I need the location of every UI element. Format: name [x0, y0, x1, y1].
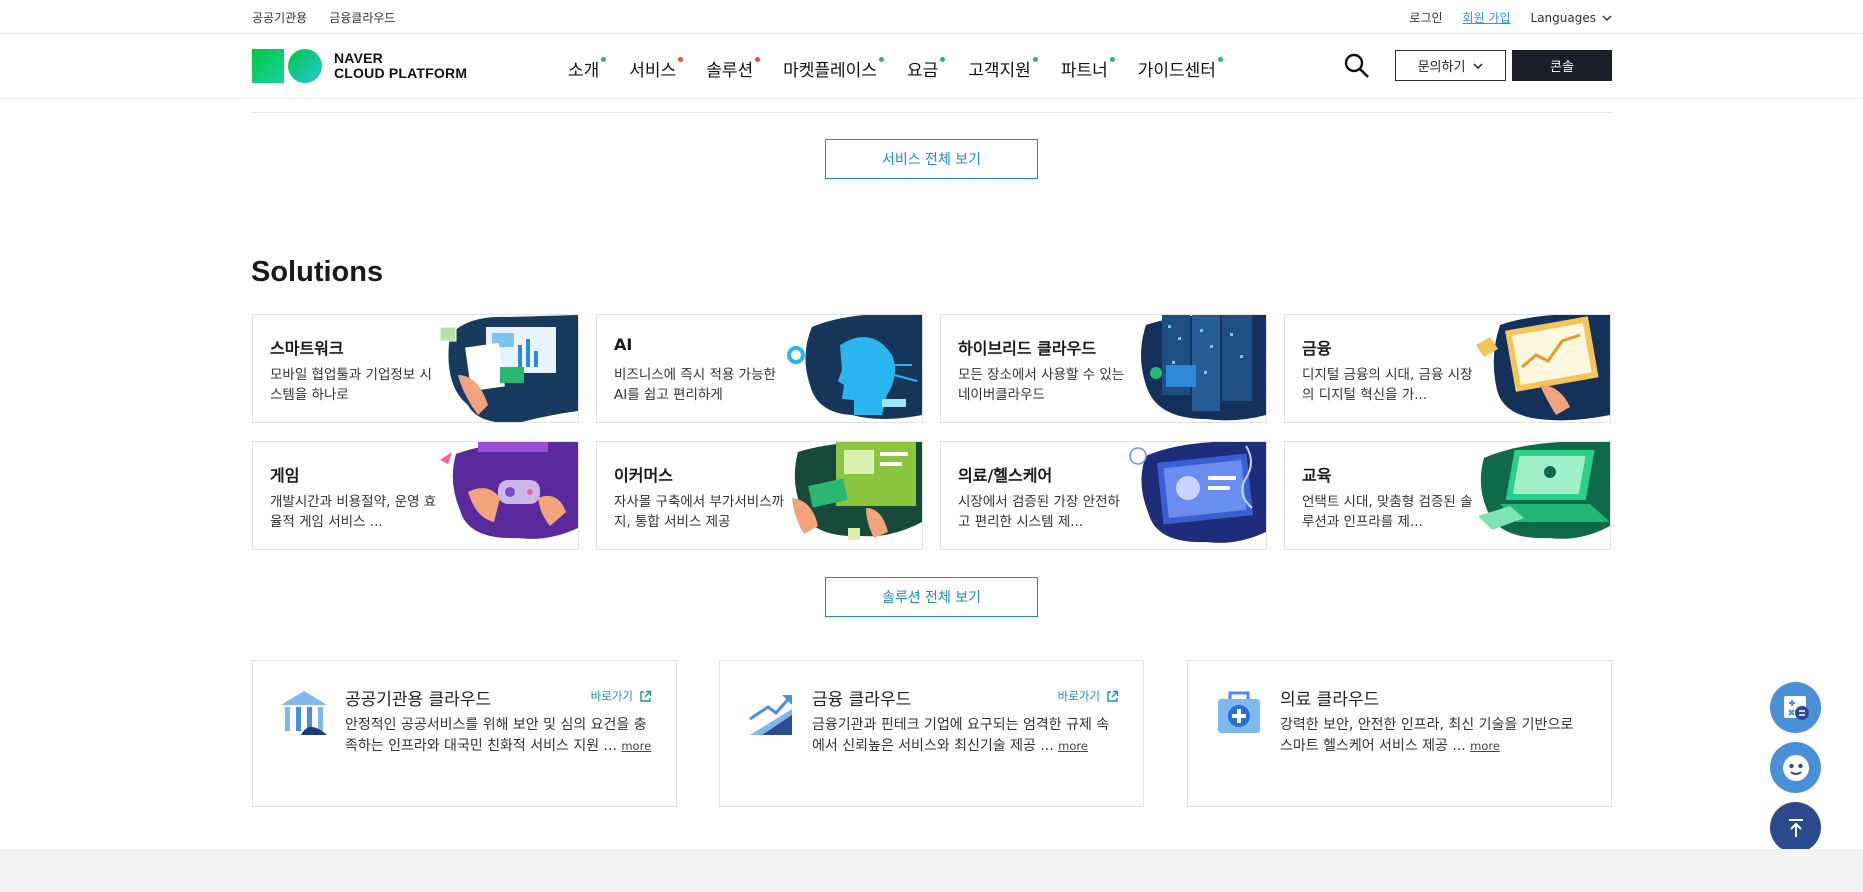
logo-text: NAVER CLOUD PLATFORM [334, 50, 468, 81]
logo-mark [252, 49, 322, 83]
nav-item-support[interactable]: 고객지원 [968, 56, 1038, 81]
solution-card-smartwork[interactable]: 스마트워크 모바일 협업툴과 기업정보 시스템을 하나로 [252, 314, 579, 423]
console-button[interactable]: 콘솔 [1512, 50, 1612, 81]
card-title: AI [614, 335, 633, 354]
external-link-icon [1107, 690, 1119, 702]
main-header: NAVER CLOUD PLATFORM 소개 서비스 솔루션 마켓플레이스 요… [0, 34, 1863, 97]
view-all-services-button[interactable]: 서비스 전체 보기 [825, 139, 1038, 179]
ai-illustration [787, 315, 922, 419]
main-nav: 소개 서비스 솔루션 마켓플레이스 요금 고객지원 파트너 가이드센터 [568, 56, 1223, 81]
nav-item-guide-center[interactable]: 가이드센터 [1138, 56, 1223, 81]
solution-card-education[interactable]: 교육 언택트 시대, 맞춤형 검증된 솔루션과 인프라를 제... [1284, 441, 1611, 550]
education-illustration [1478, 442, 1610, 539]
external-link-icon [640, 690, 652, 702]
box-title: 의료 클라우드 [1280, 690, 1380, 710]
more-link[interactable]: more [621, 739, 651, 753]
section-divider [252, 112, 1612, 113]
nav-item-marketplace[interactable]: 마켓플레이스 [783, 56, 884, 81]
growth-chart-icon [749, 695, 792, 735]
calculator-icon [1783, 695, 1809, 720]
healthcare-illustration [1129, 442, 1266, 543]
inquiry-label: 문의하기 [1417, 60, 1466, 75]
card-title: 스마트워크 [270, 339, 344, 358]
card-desc: 개발시간과 비용절약, 운영 효율적 게임 서비스 ... [270, 494, 437, 530]
box-title: 공공기관용 클라우드 [345, 690, 492, 710]
card-title: 교육 [1302, 466, 1332, 485]
shortcut-label: 바로가기 [590, 689, 633, 703]
footer-band [0, 849, 1863, 892]
new-dot [1217, 57, 1223, 62]
arrow-up-icon [1788, 818, 1803, 837]
calculator-button[interactable] [1770, 682, 1821, 733]
finance-illustration [1476, 315, 1610, 421]
smartwork-illustration [439, 315, 578, 422]
card-desc: 디지털 금융의 시대, 금융 시장의 디지털 혁신을 가... [1302, 367, 1473, 403]
card-desc: 시장에서 검증된 가장 안전하고 편리한 시스템 제... [958, 494, 1120, 530]
medical-cloud-box: 의료 클라우드 강력한 보안, 안전한 인프라, 최신 기술을 기반으로 스마트… [1187, 660, 1612, 807]
public-cloud-box: 공공기관용 클라우드 바로가기 안정적인 공공서비스를 위해 보안 및 심의 요… [252, 660, 677, 807]
card-desc: 모든 장소에서 사용할 수 있는 네이버클라우드 [958, 367, 1125, 403]
card-title: 하이브리드 클라우드 [958, 339, 1097, 358]
languages-label: Languages [1530, 10, 1596, 25]
signup-link[interactable]: 회원 가입 [1463, 9, 1511, 26]
login-link[interactable]: 로그인 [1409, 9, 1442, 26]
scroll-to-top-button[interactable] [1770, 802, 1821, 853]
shortcut-link[interactable]: 바로가기 [1058, 688, 1119, 704]
box-desc: 금융기관과 핀테크 기업에 요구되는 엄격한 규제 속에서 신뢰높은 서비스와 … [812, 717, 1110, 754]
solution-card-hybrid-cloud[interactable]: 하이브리드 클라우드 모든 장소에서 사용할 수 있는 네이버클라우드 [940, 314, 1267, 423]
solution-card-ai[interactable]: AI 비즈니스에 즉시 적용 가능한 AI를 쉽고 편리하게 [596, 314, 923, 423]
new-dot [1032, 57, 1038, 62]
game-illustration [440, 442, 578, 539]
solution-card-game[interactable]: 게임 개발시간과 비용절약, 운영 효율적 게임 서비스 ... [252, 441, 579, 550]
search-icon[interactable] [1343, 52, 1371, 80]
chevron-down-icon [1473, 62, 1483, 69]
card-desc: 비즈니스에 즉시 적용 가능한 AI를 쉽고 편리하게 [614, 367, 776, 403]
medical-kit-icon [1218, 691, 1260, 733]
card-desc: 모바일 협업툴과 기업정보 시스템을 하나로 [270, 367, 432, 403]
card-title: 의료/헬스케어 [958, 466, 1053, 485]
card-title: 이커머스 [614, 466, 673, 485]
new-dot [755, 57, 761, 62]
new-dot [601, 57, 607, 62]
shortcut-label: 바로가기 [1057, 689, 1100, 703]
new-dot [678, 57, 684, 62]
solution-card-healthcare[interactable]: 의료/헬스케어 시장에서 검증된 가장 안전하고 편리한 시스템 제... [940, 441, 1267, 550]
solutions-title: Solutions [251, 256, 384, 288]
chatbot-face-icon [1782, 754, 1809, 781]
card-title: 금융 [1302, 339, 1332, 358]
nav-item-services[interactable]: 서비스 [629, 56, 684, 81]
chevron-down-icon [1602, 14, 1612, 21]
shortcut-link[interactable]: 바로가기 [591, 688, 652, 704]
nav-item-solutions[interactable]: 솔루션 [706, 56, 761, 81]
chatbot-button[interactable] [1770, 742, 1821, 793]
card-desc: 언택트 시대, 맞춤형 검증된 솔루션과 인프라를 제... [1302, 494, 1473, 530]
solution-card-ecommerce[interactable]: 이커머스 자사몰 구축에서 부가서비스까지, 통합 서비스 제공 [596, 441, 923, 550]
card-title: 게임 [270, 466, 300, 485]
languages-dropdown[interactable]: Languages [1531, 11, 1612, 25]
view-all-solutions-button[interactable]: 솔루션 전체 보기 [825, 577, 1038, 617]
page: 공공기관용 금융클라우드 로그인 회원 가입 Languages NAVER C… [0, 0, 1863, 892]
government-building-icon [281, 691, 327, 735]
box-title: 금융 클라우드 [812, 690, 912, 710]
card-desc: 자사몰 구축에서 부가서비스까지, 통합 서비스 제공 [614, 494, 785, 530]
utility-bar: 공공기관용 금융클라우드 로그인 회원 가입 Languages [0, 0, 1863, 34]
new-dot [940, 57, 946, 62]
nav-item-partners[interactable]: 파트너 [1061, 56, 1115, 81]
nav-item-pricing[interactable]: 요금 [907, 56, 946, 81]
solution-card-finance[interactable]: 금융 디지털 금융의 시대, 금융 시장의 디지털 혁신을 가... [1284, 314, 1611, 423]
inquiry-dropdown[interactable]: 문의하기 [1395, 50, 1506, 81]
more-link[interactable]: more [1470, 739, 1500, 753]
finance-cloud-box: 금융 클라우드 바로가기 금융기관과 핀테크 기업에 요구되는 엄격한 규제 속… [719, 660, 1144, 807]
more-link[interactable]: more [1058, 739, 1088, 753]
box-desc: 안정적인 공공서비스를 위해 보안 및 심의 요건을 충족하는 인프라와 대국민… [345, 717, 652, 754]
logo[interactable]: NAVER CLOUD PLATFORM [252, 49, 467, 83]
public-cloud-link[interactable]: 공공기관용 [252, 9, 307, 26]
finance-cloud-link[interactable]: 금융클라우드 [329, 9, 395, 26]
ecommerce-illustration [792, 442, 922, 540]
new-dot [1109, 57, 1115, 62]
nav-item-about[interactable]: 소개 [568, 56, 607, 81]
box-desc: 강력한 보안, 안전한 인프라, 최신 기술을 기반으로 스마트 헬스케어 서비… [1280, 717, 1574, 754]
new-dot [878, 57, 884, 62]
hybrid-cloud-illustration [1141, 315, 1266, 421]
